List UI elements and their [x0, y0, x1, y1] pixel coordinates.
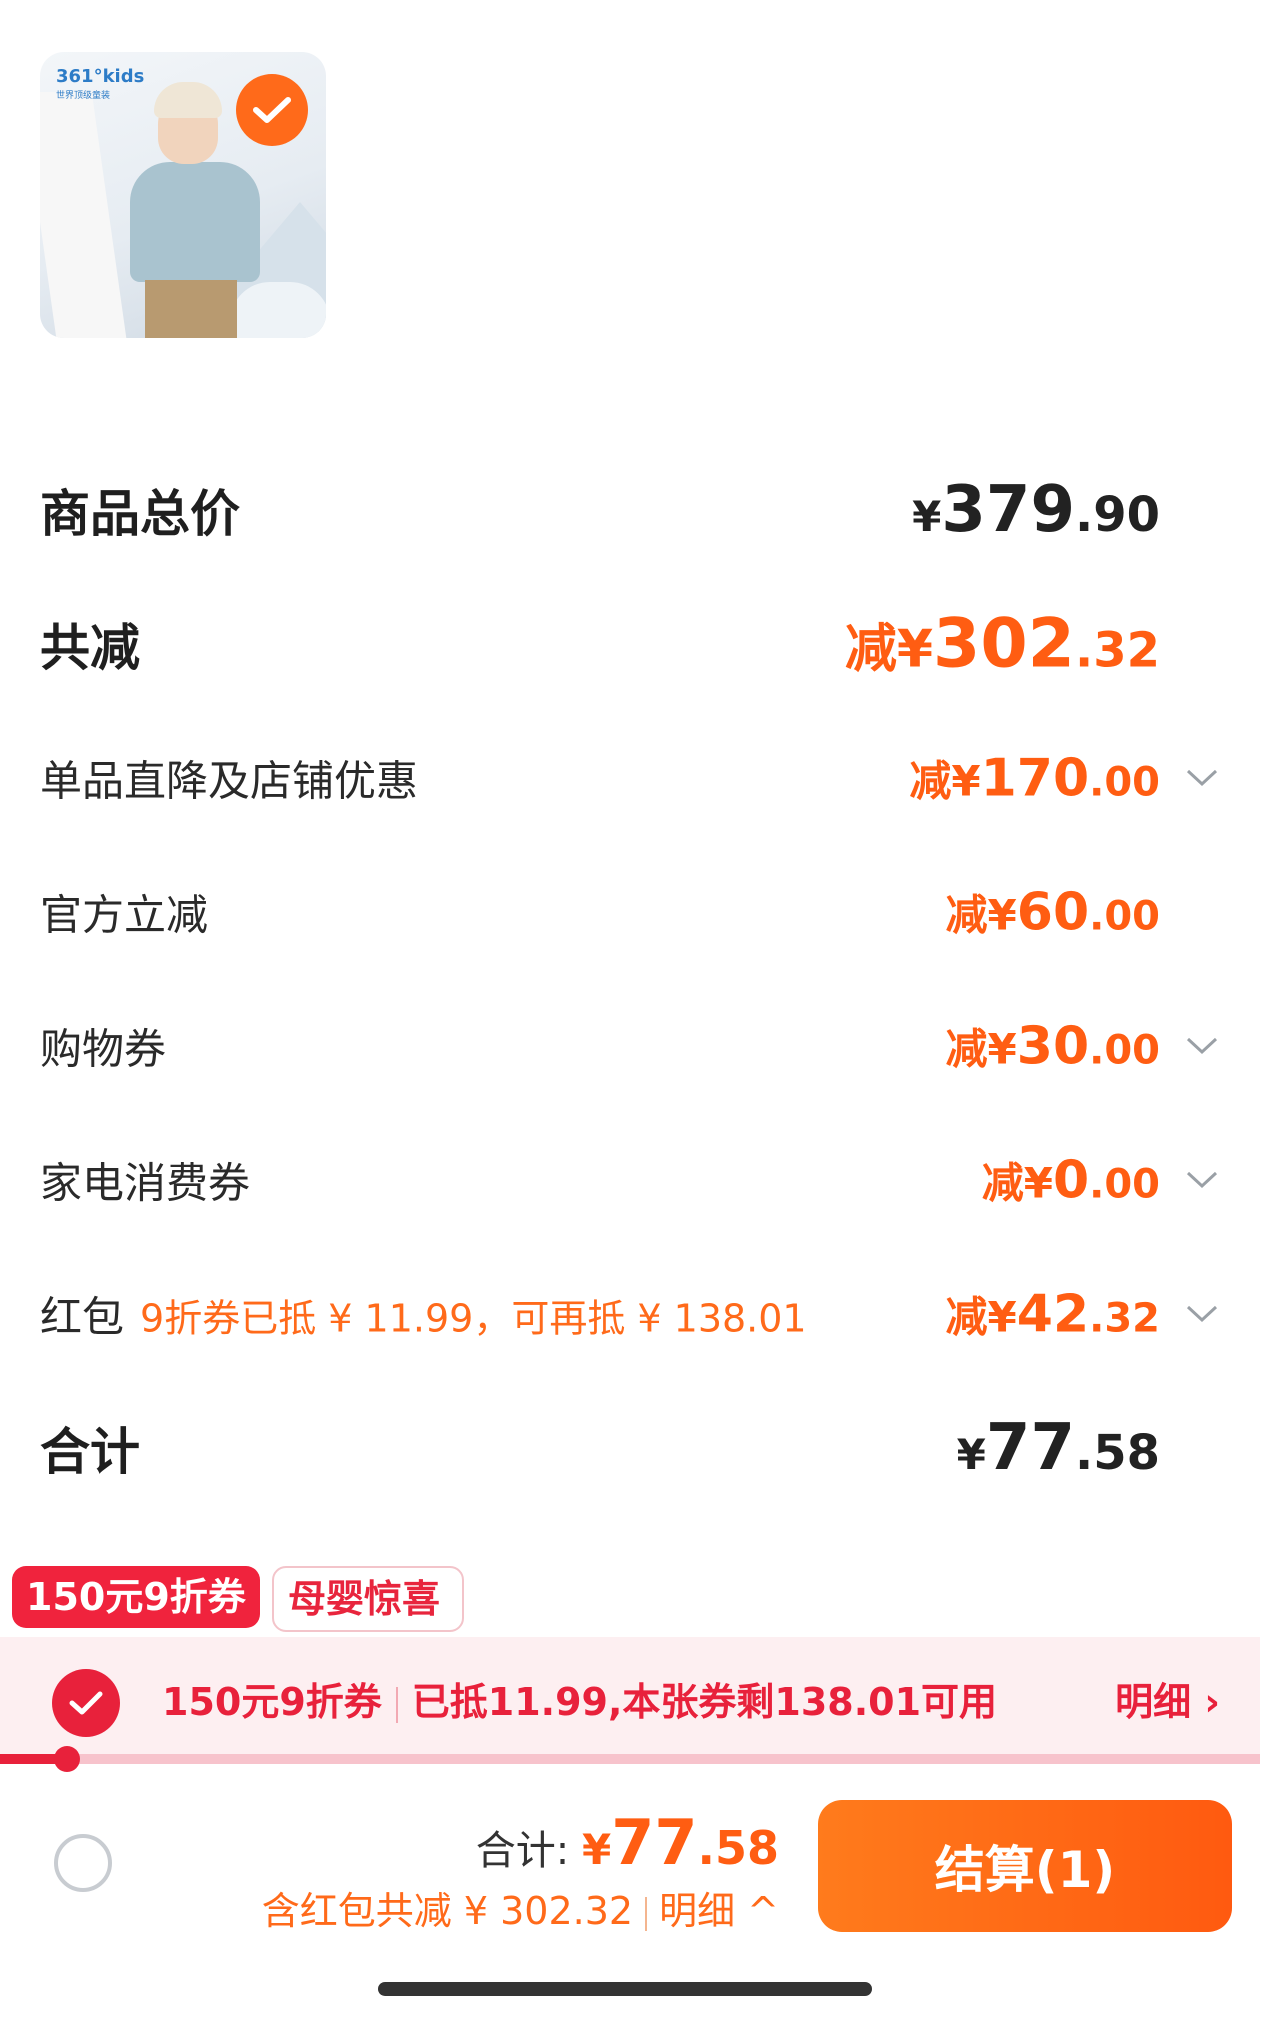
discount-row-value: 减¥30.00	[946, 1016, 1160, 1077]
discount-row-official: 官方立减 减¥60.00	[40, 872, 1220, 952]
goods-total-int: 379	[941, 473, 1075, 547]
footer-total-dec: .58	[697, 1821, 780, 1875]
discount-row-label: 单品直降及店铺优惠	[40, 756, 419, 806]
coupon-tag-maternal[interactable]: 母婴惊喜	[272, 1566, 464, 1632]
grand-total-value: ¥77.58	[957, 1411, 1160, 1485]
discount-total-row: 共减 减¥302.32	[40, 604, 1220, 684]
discount-total-label: 共减	[40, 619, 140, 677]
chevron-down-icon[interactable]	[1184, 1303, 1220, 1325]
footer-detail-toggle[interactable]: 明细 ^	[659, 1889, 779, 1933]
discount-row-prefix: 减¥	[945, 890, 1017, 940]
discount-row-value: 减¥42.32	[946, 1284, 1160, 1345]
discount-row-dec: .00	[1089, 893, 1160, 940]
checkout-button[interactable]: 结算(1)	[818, 1800, 1232, 1932]
grand-total-row: 合计 ¥77.58	[40, 1408, 1220, 1488]
brand-logo-sub: 世界顶级童装	[56, 91, 111, 101]
discount-row-label: 购物券	[40, 1024, 167, 1074]
coupon-usage-bar[interactable]: 150元9折券 已抵11.99,本张券剩138.01可用 明细 ›	[0, 1637, 1260, 1763]
discount-row-label: 官方立减	[40, 890, 209, 940]
coupon-divider	[395, 1686, 398, 1723]
footer-saved-text: 含红包共减 ¥ 302.32	[261, 1889, 634, 1933]
discount-row-value: 减¥0.00	[982, 1150, 1160, 1211]
discount-row-store[interactable]: 单品直降及店铺优惠 减¥170.00	[40, 738, 1220, 818]
grand-total-currency: ¥	[956, 1430, 986, 1479]
discount-total-value: 减¥302.32	[845, 605, 1160, 684]
product-selected-check-icon[interactable]	[236, 74, 308, 146]
discount-total-int: 302	[933, 604, 1075, 684]
footer-total-amount: ¥77.58	[582, 1806, 779, 1879]
red-packet-label: 红包	[40, 1292, 125, 1342]
thumbnail-snow	[230, 282, 326, 338]
thumbnail-kid-hat	[154, 82, 222, 118]
discount-row-value: 减¥60.00	[946, 882, 1160, 943]
footer-total-currency: ¥	[581, 1825, 612, 1874]
brand-logo: 361°kids	[56, 66, 145, 87]
chevron-down-icon[interactable]	[1184, 1169, 1220, 1191]
discount-row-red-packet[interactable]: 红包 9折券已抵 ¥ 11.99，可再抵 ¥ 138.01 减¥42.32	[40, 1274, 1220, 1354]
chevron-down-icon[interactable]	[1184, 1035, 1220, 1057]
coupon-remaining-desc: 已抵11.99,本张券剩138.01可用	[411, 1680, 998, 1724]
coupon-name: 150元9折券	[162, 1680, 382, 1724]
discount-row-dec: .00	[1089, 1161, 1160, 1208]
select-all-radio[interactable]	[54, 1834, 112, 1892]
discount-row-value: 减¥170.00	[909, 748, 1160, 809]
grand-total-int: 77	[985, 1411, 1075, 1485]
chevron-down-icon[interactable]	[1184, 767, 1220, 789]
coupon-progress-knob	[54, 1746, 80, 1772]
goods-total-value: ¥379.90	[912, 473, 1160, 547]
discount-row-dec: .00	[1089, 1027, 1160, 1074]
discount-row-prefix: 减¥	[981, 1158, 1053, 1208]
discount-row-int: 30	[1016, 1016, 1090, 1077]
coupon-progress-track	[0, 1754, 1260, 1764]
thumbnail-kid-coat	[130, 162, 260, 282]
thumbnail-wall	[40, 92, 129, 338]
footer-total-int: 77	[611, 1806, 698, 1879]
coupon-usage-text: 150元9折券 已抵11.99,本张券剩138.01可用	[162, 1671, 997, 1726]
discount-row-prefix: 减¥	[909, 756, 981, 806]
red-packet-note: 9折券已抵 ¥ 11.99，可再抵 ¥ 138.01	[140, 1296, 807, 1341]
discount-row-int: 42	[1016, 1284, 1090, 1345]
discount-row-int: 0	[1052, 1150, 1090, 1211]
discount-row-int: 170	[980, 748, 1090, 809]
discount-row-appliance-coupon[interactable]: 家电消费券 减¥0.00	[40, 1140, 1220, 1220]
discount-row-prefix: 减¥	[945, 1024, 1017, 1074]
home-indicator[interactable]	[378, 1982, 872, 1996]
goods-total-dec: .90	[1074, 487, 1160, 543]
discount-row-label: 家电消费券	[40, 1158, 251, 1208]
discount-row-dec: .00	[1089, 759, 1160, 806]
footer-saved-divider	[645, 1896, 648, 1931]
thumbnail-kid-pants	[145, 280, 237, 338]
discount-total-dec: .32	[1074, 622, 1160, 679]
discount-row-int: 60	[1016, 882, 1090, 943]
goods-total-label: 商品总价	[40, 485, 240, 543]
grand-total-label: 合计	[40, 1423, 140, 1481]
footer-total-label: 合计:	[475, 1828, 582, 1874]
coupon-check-icon[interactable]	[52, 1669, 120, 1737]
grand-total-dec: .58	[1074, 1425, 1160, 1481]
coupon-tag-discount[interactable]: 150元9折券	[12, 1566, 260, 1628]
footer-total: 合计: ¥77.58	[476, 1806, 779, 1879]
discount-total-prefix: 减¥	[844, 619, 934, 680]
goods-total-currency: ¥	[912, 492, 942, 541]
discount-row-shopping-coupon[interactable]: 购物券 减¥30.00	[40, 1006, 1220, 1086]
footer-saved[interactable]: 含红包共减 ¥ 302.32 明细 ^	[262, 1880, 779, 1935]
coupon-detail-link[interactable]: 明细 ›	[1115, 1671, 1220, 1726]
discount-row-label: 红包 9折券已抵 ¥ 11.99，可再抵 ¥ 138.01	[40, 1284, 807, 1345]
discount-row-dec: .32	[1089, 1295, 1160, 1342]
discount-row-prefix: 减¥	[945, 1292, 1017, 1342]
goods-total-row: 商品总价 ¥379.90	[40, 470, 1220, 550]
